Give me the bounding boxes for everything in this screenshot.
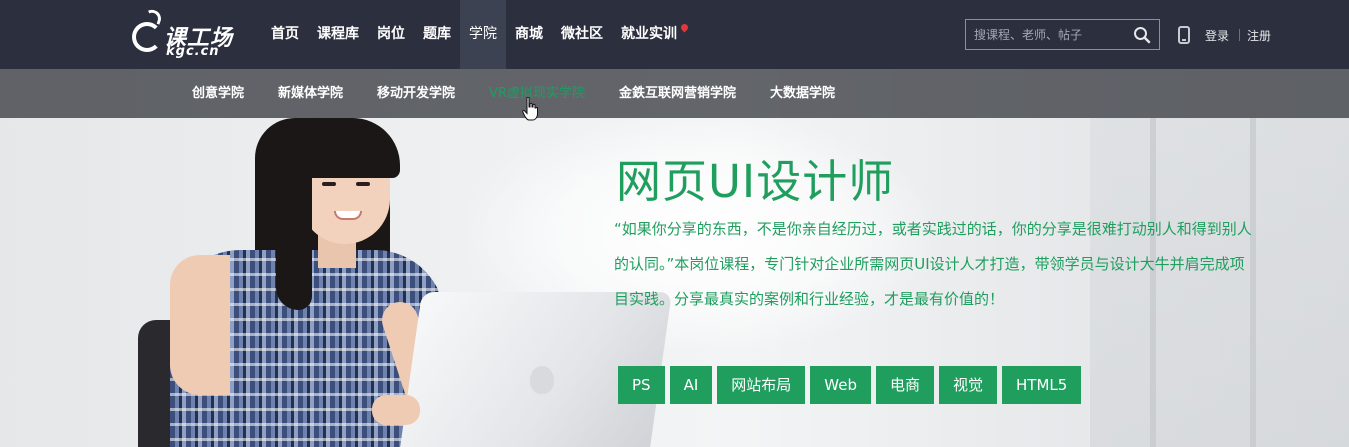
eye-illustration: [322, 182, 336, 186]
hand-cursor-icon: [522, 97, 538, 121]
hero-description: “如果你分享的东西，不是你亲自经历过，或者实践过的话，你的分享是很难打动别人和得…: [614, 220, 1252, 308]
skill-tag-list: PS AI 网站布局 Web 电商 视觉 HTML5: [618, 366, 1082, 404]
phone-icon[interactable]: [1178, 26, 1190, 44]
account-divider: [1239, 29, 1240, 41]
site-logo[interactable]: 课工场 kgc.cn: [130, 7, 240, 60]
nav-item-community[interactable]: 微社区: [552, 0, 612, 69]
search-icon[interactable]: [1133, 26, 1151, 44]
academy-subnav: 创意学院 新媒体学院 移动开发学院 VR虚拟现实学院 金鉄互联网营销学院 大数据…: [0, 69, 1349, 118]
eye-illustration: [356, 182, 370, 186]
skill-tag-ai[interactable]: AI: [669, 366, 713, 404]
search-box: [965, 19, 1160, 50]
nav-item-mall[interactable]: 商城: [506, 0, 552, 69]
nav-item-academy[interactable]: 学院: [460, 0, 506, 69]
nav-item-employment[interactable]: 就业实训: [612, 0, 690, 69]
subnav-item-big-data[interactable]: 大数据学院: [753, 69, 852, 118]
main-nav: 首页 课程库 岗位 题库 学院 商城 微社区 就业实训: [262, 0, 690, 69]
nav-item-question-bank[interactable]: 题库: [414, 0, 460, 69]
skill-tag-layout[interactable]: 网站布局: [717, 366, 806, 404]
skill-tag-html5[interactable]: HTML5: [1002, 366, 1082, 404]
location-pin-icon: [679, 22, 690, 33]
top-navigation-bar: 课工场 kgc.cn 首页 课程库 岗位 题库 学院 商城 微社区 就业实训 登…: [0, 0, 1349, 69]
search-input[interactable]: [974, 20, 1134, 49]
subnav-item-mobile-dev[interactable]: 移动开发学院: [360, 69, 472, 118]
academy-list: 创意学院 新媒体学院 移动开发学院 VR虚拟现实学院 金鉄互联网营销学院 大数据…: [175, 69, 852, 118]
skill-tag-ps[interactable]: PS: [618, 366, 665, 404]
skill-tag-ecommerce[interactable]: 电商: [875, 366, 934, 404]
hair-side-illustration: [276, 150, 312, 310]
logo-ring-icon: [132, 22, 162, 52]
apple-logo-icon: [530, 366, 554, 394]
nav-item-home[interactable]: 首页: [262, 0, 308, 69]
subnav-item-new-media[interactable]: 新媒体学院: [261, 69, 360, 118]
skill-tag-web[interactable]: Web: [810, 366, 871, 404]
nav-item-positions[interactable]: 岗位: [368, 0, 414, 69]
register-link[interactable]: 注册: [1247, 27, 1271, 44]
nav-item-employment-label: 就业实训: [621, 26, 677, 42]
subnav-item-creative[interactable]: 创意学院: [175, 69, 261, 118]
skill-tag-visual[interactable]: 视觉: [939, 366, 998, 404]
hand-illustration: [372, 395, 420, 425]
hero-title: 网页UI设计师: [616, 155, 895, 208]
shoulder-illustration: [170, 255, 230, 395]
logo-domain: kgc.cn: [166, 44, 220, 59]
nav-item-courses[interactable]: 课程库: [308, 0, 368, 69]
subnav-item-marketing[interactable]: 金鉄互联网营销学院: [602, 69, 753, 118]
login-link[interactable]: 登录: [1205, 27, 1229, 44]
